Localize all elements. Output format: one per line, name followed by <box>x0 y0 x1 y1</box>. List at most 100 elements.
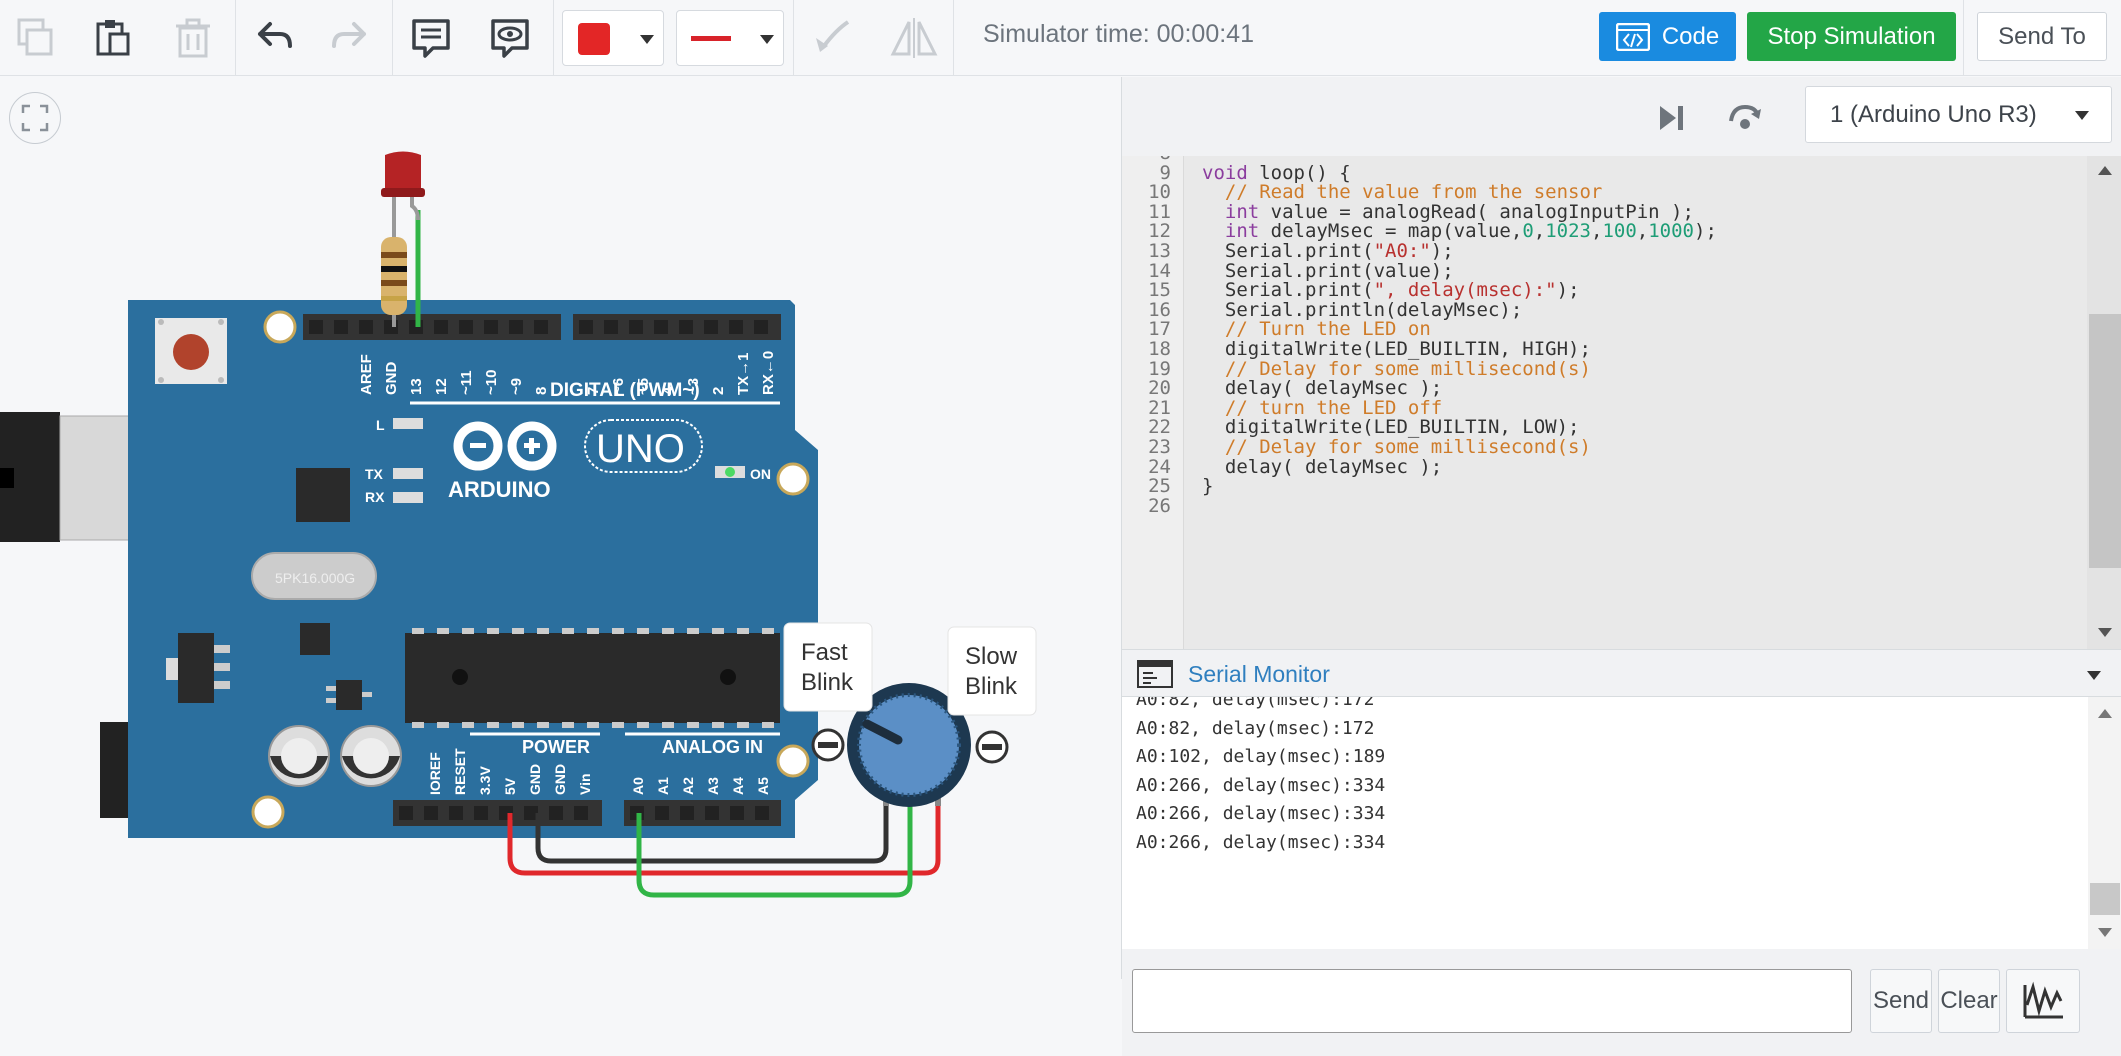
uno-text: UNO <box>596 427 685 471</box>
digital-label: DIGITAL (PWM~) <box>550 380 700 401</box>
tx-label: TX <box>365 466 384 482</box>
arduino-text: ARDUINO <box>448 477 551 502</box>
editor-scroll-thumb[interactable] <box>2089 314 2121 568</box>
svg-text:Fast: Fast <box>801 639 848 666</box>
main-toolbar: Simulator time: 00:00:41 Code Stop Simul… <box>0 0 2121 76</box>
code-line: } <box>1202 475 1214 498</box>
mounting-hole <box>263 310 297 344</box>
serial-scroll-thumb[interactable] <box>2090 883 2120 915</box>
serial-output-line: A0:102, delay(msec):189 <box>1136 746 1386 767</box>
graph-icon <box>2023 981 2063 1019</box>
led-l-label: L <box>376 417 385 433</box>
power-pin-label: GND <box>527 764 543 795</box>
serial-output-line: A0:82, delay(msec):172 <box>1136 697 1375 710</box>
pin-label: ~10 <box>483 370 500 395</box>
duplicate-icon[interactable] <box>5 8 65 68</box>
analog-pin-label: A2 <box>680 777 696 795</box>
pin-label: 2 <box>710 387 727 395</box>
power-led <box>725 467 735 477</box>
mounting-hole <box>776 744 810 778</box>
pin-label: 12 <box>433 378 450 395</box>
on-label: ON <box>750 466 771 482</box>
paste-icon[interactable] <box>82 8 142 68</box>
scroll-down-icon[interactable] <box>2098 928 2112 937</box>
pin-label: GND <box>383 362 400 396</box>
chevron-down-icon <box>2075 111 2089 120</box>
simulator-time: Simulator time: 00:00:41 <box>983 20 1254 48</box>
power-pin-label: Vin <box>577 773 593 795</box>
pin-label: 8 <box>533 387 550 395</box>
chevron-down-icon <box>760 35 774 44</box>
voltage-regulator <box>178 633 214 703</box>
rotate-icon[interactable] <box>802 8 862 68</box>
line-number: 26 <box>1148 494 1171 517</box>
scroll-up-icon[interactable] <box>2098 709 2112 718</box>
trash-icon[interactable] <box>163 8 223 68</box>
code-line: delay( delayMsec ); <box>1202 455 1443 478</box>
serial-output-line: A0:266, delay(msec):334 <box>1136 831 1386 853</box>
wire-style-dropdown[interactable] <box>676 10 784 66</box>
svg-text:Slow: Slow <box>965 643 1018 670</box>
code-panel: 1 (Arduino Uno R3) 891011121314151617181… <box>1121 77 2121 1056</box>
power-pin-label: 5V <box>502 777 518 795</box>
code-toolbar: 1 (Arduino Uno R3) <box>1122 77 2121 156</box>
analog-in-label: ANALOG IN <box>662 737 763 757</box>
code-button[interactable]: Code <box>1599 12 1736 61</box>
serial-monitor-header[interactable]: Serial Monitor <box>1122 649 2121 697</box>
serial-monitor-icon <box>1137 660 1173 688</box>
serial-input-row: Send Clear <box>1122 967 2121 1056</box>
flip-icon[interactable] <box>884 8 944 68</box>
rx-label: RX <box>365 489 385 505</box>
chevron-down-icon <box>640 35 654 44</box>
serial-output-line: A0:266, delay(msec):334 <box>1136 774 1386 796</box>
circuit-drawing: AREF GND 13 12 ~11 ~10 ~9 8 7 ~6 ~5 4 ~3 2 TX→1 RX←0 DI… <box>0 151 1037 898</box>
pin-label: AREF <box>358 354 375 395</box>
fill-color-dropdown[interactable] <box>562 10 664 66</box>
pin-label: ~9 <box>508 378 525 395</box>
device-select-value: 1 (Arduino Uno R3) <box>1830 100 2037 128</box>
serial-monitor-title: Serial Monitor <box>1188 661 1330 687</box>
power-pin-label: IOREF <box>427 752 443 795</box>
svg-text:Blink: Blink <box>801 669 854 696</box>
wire-style-swatch <box>691 36 731 41</box>
step-debug-icon[interactable] <box>1652 100 1688 136</box>
send-to-button[interactable]: Send To <box>1977 12 2107 61</box>
pin-label: TX→1 <box>735 352 752 395</box>
analog-pin-label: A3 <box>705 777 721 795</box>
scroll-up-icon[interactable] <box>2098 166 2112 175</box>
serial-monitor-output: A0:82, delay(msec):172 A0:82, delay(msec)… <box>1122 697 2088 949</box>
stop-simulation-button[interactable]: Stop Simulation <box>1747 12 1956 61</box>
analog-pin-label: A4 <box>730 777 746 795</box>
analog-pin-label: A5 <box>755 777 771 795</box>
analog-pin-label: A0 <box>630 777 646 795</box>
eye-icon[interactable] <box>480 8 540 68</box>
mounting-hole <box>251 795 285 829</box>
serial-output-line: A0:82, delay(msec):172 <box>1136 717 1375 739</box>
pin-label: ~11 <box>458 370 475 395</box>
chevron-down-icon[interactable] <box>2087 671 2101 680</box>
device-select[interactable]: 1 (Arduino Uno R3) <box>1805 86 2112 143</box>
pin-label: 13 <box>408 378 425 395</box>
step-over-icon[interactable] <box>1725 97 1765 137</box>
scroll-down-icon[interactable] <box>2098 628 2112 637</box>
code-icon <box>1615 22 1650 51</box>
pin-label: RX←0 <box>760 351 777 395</box>
note-icon[interactable] <box>401 8 461 68</box>
svg-text:Blink: Blink <box>965 673 1018 700</box>
mounting-hole <box>776 462 810 496</box>
fill-color-swatch <box>578 23 610 55</box>
svg-text:5PK16.000G: 5PK16.000G <box>275 570 355 586</box>
code-editor[interactable]: 891011121314151617181920212223242526 voi… <box>1122 156 2121 649</box>
redo-icon[interactable] <box>320 8 380 68</box>
serial-output-line: A0:266, delay(msec):334 <box>1136 803 1386 824</box>
usb-chip <box>296 468 350 522</box>
analog-pin-label: A1 <box>655 777 671 795</box>
code-button-label: Code <box>1661 22 1720 50</box>
undo-icon[interactable] <box>244 8 304 68</box>
serial-monitor-scrollbar[interactable] <box>2088 697 2121 949</box>
power-pin-label: 3.3V <box>477 766 493 795</box>
power-pin-label: RESET <box>452 748 468 795</box>
power-label: POWER <box>522 737 590 757</box>
line-number-gutter: 891011121314151617181920212223242526 <box>1122 156 1184 649</box>
power-pin-label: GND <box>552 764 568 795</box>
